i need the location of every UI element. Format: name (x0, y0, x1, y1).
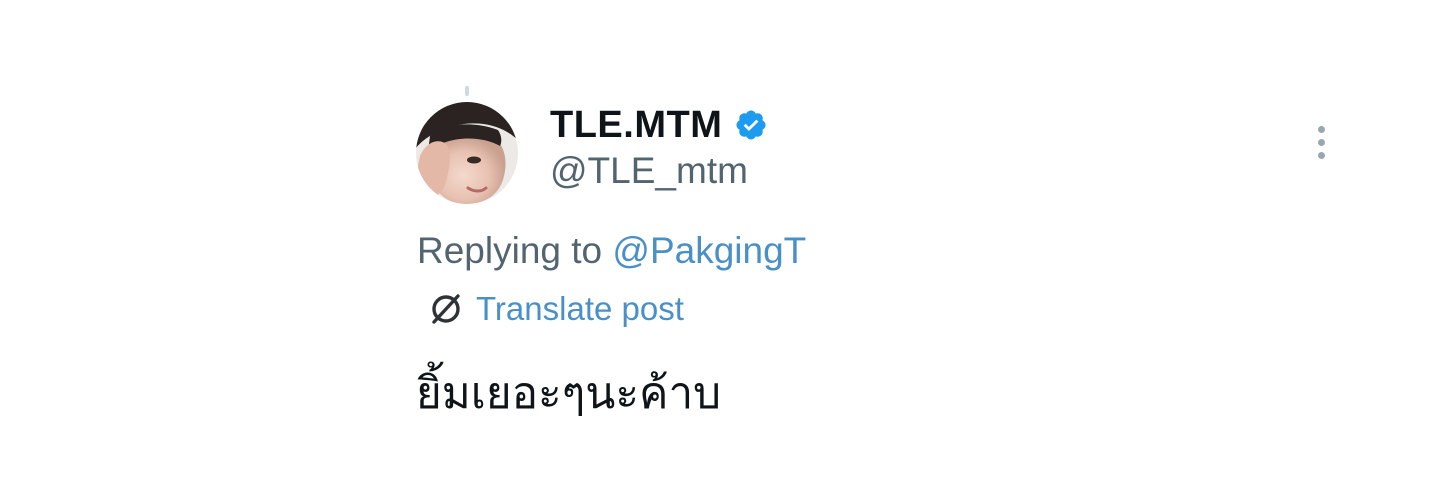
post-text: ยิ้มเยอะๆนะค้าบ (416, 368, 722, 419)
author-handle[interactable]: @TLE_mtm (550, 150, 748, 192)
more-vertical-icon-dot (1317, 151, 1325, 159)
display-name[interactable]: TLE.MTM (550, 104, 722, 147)
more-vertical-icon (1317, 125, 1325, 133)
verified-badge-icon (734, 108, 768, 142)
replying-to-label: Replying to (417, 230, 603, 271)
globe-slash-icon (428, 291, 464, 327)
translate-post-label[interactable]: Translate post (476, 290, 684, 328)
reply-mention-link[interactable]: @PakgingT (612, 230, 806, 271)
avatar[interactable] (416, 102, 518, 204)
replying-to: Replying to @PakgingT (417, 230, 806, 272)
thread-connector-line (465, 86, 469, 96)
translate-post-button[interactable]: Translate post (428, 290, 684, 328)
profile-photo (416, 102, 518, 204)
author-name-row[interactable]: TLE.MTM (550, 102, 768, 148)
more-vertical-icon-dot (1317, 138, 1325, 146)
more-options-button[interactable] (1306, 120, 1336, 164)
